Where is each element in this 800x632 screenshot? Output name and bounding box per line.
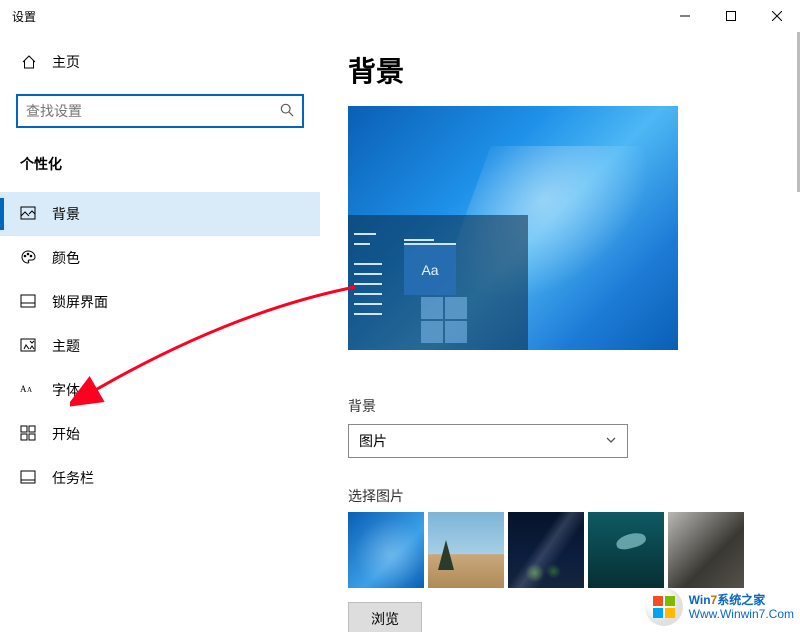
window-controls	[662, 0, 800, 32]
wallpaper-thumb[interactable]	[428, 512, 504, 588]
home-icon	[20, 53, 38, 71]
taskbar-icon	[20, 469, 38, 487]
nav-item-background[interactable]: 背景	[0, 192, 320, 236]
titlebar: 设置	[0, 0, 800, 32]
search-field[interactable]	[26, 103, 280, 119]
nav-item-lockscreen[interactable]: 锁屏界面	[0, 280, 320, 324]
search-input[interactable]	[16, 94, 304, 128]
background-field-label: 背景	[348, 396, 770, 416]
desktop-preview: Aa	[348, 106, 678, 350]
start-icon	[20, 425, 38, 443]
svg-text:A: A	[27, 386, 32, 394]
content-area: 背景 Aa 背景 图片	[320, 32, 800, 632]
nav-list: 背景 颜色 锁屏界面 主题	[0, 192, 320, 500]
wallpaper-thumb[interactable]	[668, 512, 744, 588]
nav-label: 字体	[52, 380, 80, 400]
nav-label: 开始	[52, 424, 80, 444]
background-type-dropdown[interactable]: 图片	[348, 424, 628, 458]
preview-sample-text: Aa	[404, 243, 456, 295]
picture-icon	[20, 205, 38, 223]
choose-picture-label: 选择图片	[348, 486, 770, 506]
nav-item-start[interactable]: 开始	[0, 412, 320, 456]
wallpaper-thumb[interactable]	[508, 512, 584, 588]
preview-start-menu: Aa	[348, 215, 528, 350]
page-title: 背景	[348, 50, 770, 90]
nav-item-fonts[interactable]: AA 字体	[0, 368, 320, 412]
thumbnail-row	[348, 512, 770, 588]
nav-label: 任务栏	[52, 468, 94, 488]
home-button[interactable]: 主页	[0, 42, 320, 82]
home-label: 主页	[52, 52, 80, 72]
sidebar: 主页 个性化 背景 颜色	[0, 32, 320, 632]
nav-label: 颜色	[52, 248, 80, 268]
maximize-button[interactable]	[708, 0, 754, 32]
section-title: 个性化	[0, 132, 320, 184]
nav-item-themes[interactable]: 主题	[0, 324, 320, 368]
nav-item-taskbar[interactable]: 任务栏	[0, 456, 320, 500]
window-title: 设置	[12, 8, 36, 25]
watermark-logo	[645, 588, 683, 626]
dropdown-value: 图片	[359, 431, 387, 451]
svg-text:A: A	[20, 384, 27, 394]
nav-item-colors[interactable]: 颜色	[0, 236, 320, 280]
palette-icon	[20, 249, 38, 267]
nav-label: 锁屏界面	[52, 292, 108, 312]
fonts-icon: AA	[20, 381, 38, 399]
minimize-button[interactable]	[662, 0, 708, 32]
search-icon	[280, 103, 294, 120]
themes-icon	[20, 337, 38, 355]
lockscreen-icon	[20, 293, 38, 311]
wallpaper-thumb[interactable]	[348, 512, 424, 588]
wallpaper-thumb[interactable]	[588, 512, 664, 588]
nav-label: 背景	[52, 204, 80, 224]
chevron-down-icon	[605, 434, 617, 449]
browse-button[interactable]: 浏览	[348, 602, 422, 632]
watermark: Win7系统之家 Www.Winwin7.Com	[645, 588, 794, 626]
nav-label: 主题	[52, 336, 80, 356]
close-button[interactable]	[754, 0, 800, 32]
